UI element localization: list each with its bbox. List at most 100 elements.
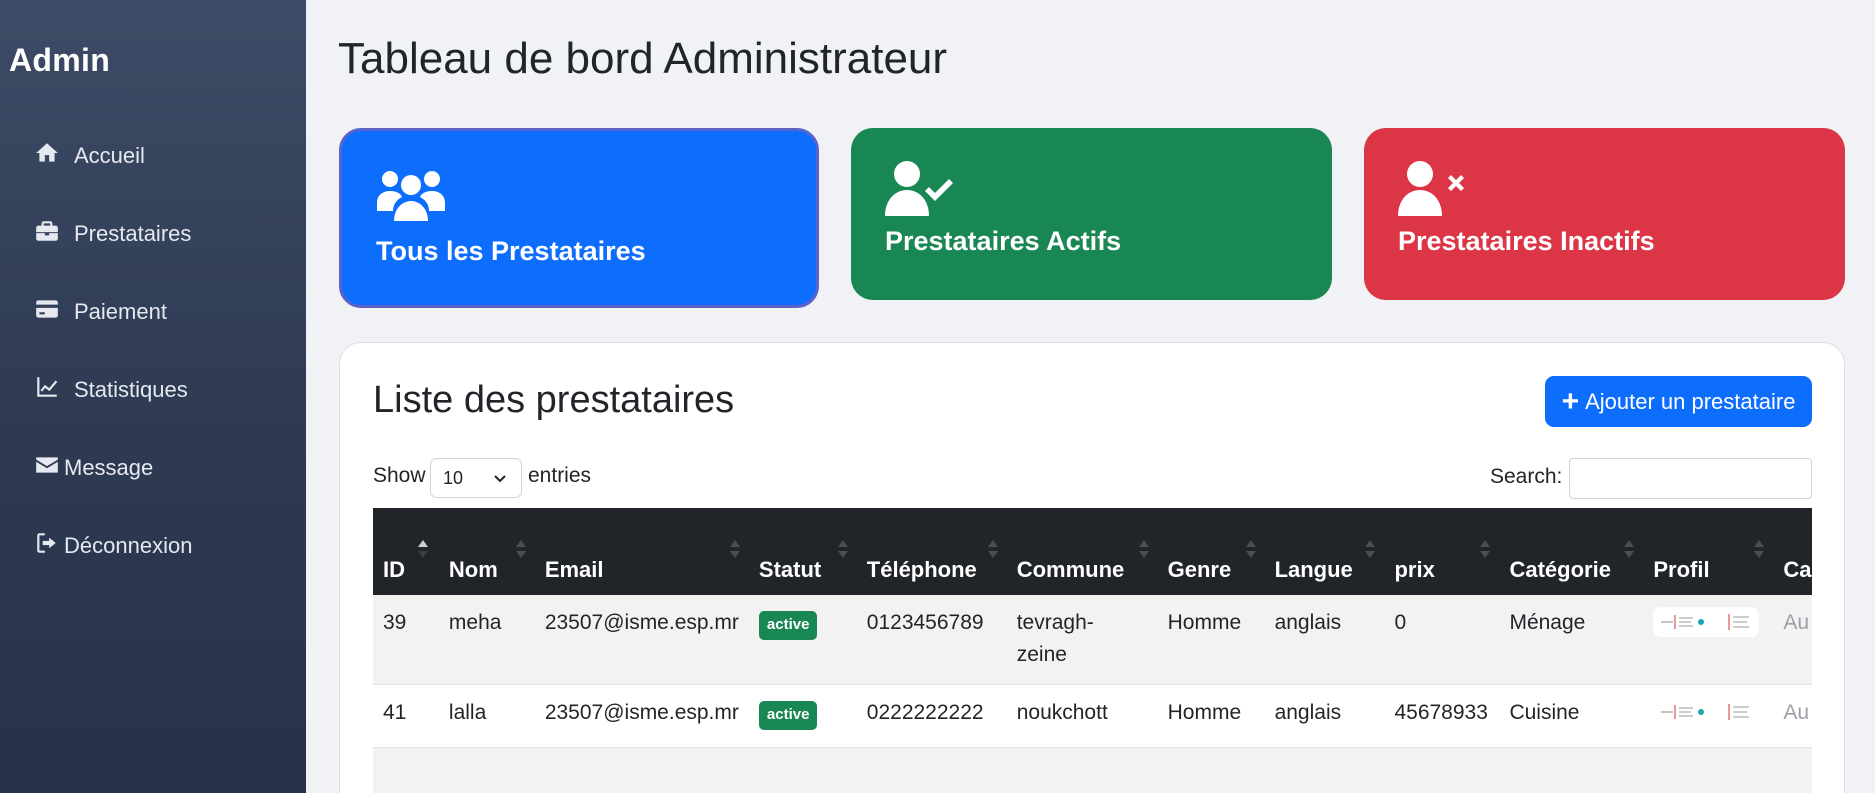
credit-card-icon xyxy=(34,296,60,328)
prestataires-table: ID Nom Email Statut Téléphone Commune Ge… xyxy=(373,508,1812,793)
document-image xyxy=(1659,611,1710,633)
search-label: Search: xyxy=(1490,465,1563,488)
sidebar-item-label: Déconnexion xyxy=(64,533,193,558)
search-input[interactable] xyxy=(1569,458,1812,499)
envelope-icon xyxy=(34,452,60,484)
entries-label: entries xyxy=(528,464,592,487)
card-prestataires-actifs[interactable]: Prestataires Actifs xyxy=(851,128,1332,300)
panel-title: Liste des prestataires xyxy=(373,379,735,421)
document-image xyxy=(1723,611,1754,633)
prestataires-panel: Liste des prestataires + Ajouter un pres… xyxy=(339,342,1845,793)
home-icon xyxy=(34,140,60,172)
column-header-carte[interactable]: Car d'i xyxy=(1773,508,1812,595)
cell-langue: anglais xyxy=(1264,595,1385,685)
entries-value: 10 xyxy=(443,467,464,488)
status-badge: active xyxy=(758,611,818,640)
cell-email: 23507@isme.esp.mr xyxy=(534,684,749,748)
status-badge: active xyxy=(758,701,818,730)
profile-thumbnail[interactable] xyxy=(1653,697,1760,727)
column-header-commune[interactable]: Commune xyxy=(1007,508,1158,595)
cell-categorie: Cuisine xyxy=(1499,684,1644,748)
sidebar-item-message[interactable]: Message xyxy=(34,452,153,484)
sign-out-icon xyxy=(34,530,60,562)
sort-icon xyxy=(1365,540,1376,558)
plus-icon: + xyxy=(1561,384,1580,418)
sidebar-item-label: Paiement xyxy=(74,299,167,324)
cell-profil xyxy=(1643,595,1774,685)
sidebar: Admin Accueil Prestataires Paiement Stat… xyxy=(0,0,306,793)
column-header-categorie[interactable]: Catégorie xyxy=(1499,508,1643,595)
add-prestataire-button[interactable]: + Ajouter un prestataire xyxy=(1545,376,1812,427)
users-icon xyxy=(376,165,446,228)
cell-telephone: 0123456789 xyxy=(856,595,1007,685)
card-label: Prestataires Actifs xyxy=(885,226,1122,256)
chevron-down-icon xyxy=(493,470,507,491)
column-header-email[interactable]: Email xyxy=(535,508,749,595)
column-header-statut[interactable]: Statut xyxy=(749,508,857,595)
cell-nom: lalla xyxy=(438,684,535,748)
sidebar-item-accueil[interactable]: Accueil xyxy=(34,140,145,172)
card-label: Tous les Prestataires xyxy=(376,236,646,266)
sidebar-item-label: Prestataires xyxy=(74,221,192,246)
sidebar-item-statistiques[interactable]: Statistiques xyxy=(34,374,188,406)
cell-genre: Homme xyxy=(1157,595,1265,685)
sort-icon xyxy=(515,540,526,558)
document-image xyxy=(1723,701,1754,723)
entries-select[interactable]: 10 xyxy=(430,458,522,498)
cell-prix: 45678933 xyxy=(1384,684,1500,748)
cell-id: 39 xyxy=(373,595,439,685)
table-row: 39 meha 23507@isme.esp.mr active 0123456… xyxy=(373,595,1812,685)
table-row xyxy=(373,747,1812,793)
document-image xyxy=(1659,701,1710,723)
card-prestataires-inactifs[interactable]: Prestataires Inactifs xyxy=(1364,128,1845,300)
cell-prix: 0 xyxy=(1384,595,1500,685)
line-chart-icon xyxy=(34,374,60,406)
briefcase-icon xyxy=(34,218,60,250)
table-header-row: ID Nom Email Statut Téléphone Commune Ge… xyxy=(373,508,1812,595)
cell-nom: meha xyxy=(438,595,535,685)
card-label: Prestataires Inactifs xyxy=(1398,226,1655,256)
cell-profil xyxy=(1643,684,1774,748)
show-label: Show xyxy=(373,464,426,487)
sidebar-item-label: Accueil xyxy=(74,143,145,168)
profile-thumbnail[interactable] xyxy=(1653,607,1760,637)
sort-icon xyxy=(1480,540,1491,558)
brand-title: Admin xyxy=(9,42,111,78)
sidebar-item-paiement[interactable]: Paiement xyxy=(34,296,167,328)
add-button-label: Ajouter un prestataire xyxy=(1585,388,1796,414)
sidebar-item-prestataires[interactable]: Prestataires xyxy=(34,218,191,250)
cell-carte: Au xyxy=(1773,684,1812,748)
card-all-prestataires[interactable]: Tous les Prestataires xyxy=(339,128,819,308)
sidebar-item-deconnexion[interactable]: Déconnexion xyxy=(34,530,192,562)
page-title: Tableau de bord Administrateur xyxy=(338,34,948,83)
cell-id: 41 xyxy=(373,684,439,748)
sidebar-item-label: Statistiques xyxy=(74,377,188,402)
sort-icon xyxy=(1754,540,1765,558)
table-row: 41 lalla 23507@isme.esp.mr active 022222… xyxy=(373,684,1812,748)
cell-statut: active xyxy=(748,684,857,748)
column-header-profil[interactable]: Profil xyxy=(1643,508,1773,595)
cell-commune: tevragh-zeine xyxy=(1006,595,1158,685)
cell-telephone: 0222222222 xyxy=(856,684,1007,748)
column-header-genre[interactable]: Genre xyxy=(1158,508,1265,595)
cell-commune: noukchott xyxy=(1006,684,1158,748)
cell-statut: active xyxy=(748,595,857,685)
column-header-prix[interactable]: prix xyxy=(1384,508,1499,595)
cell-langue: anglais xyxy=(1264,684,1385,748)
cell-email: 23507@isme.esp.mr xyxy=(534,595,749,685)
user-check-icon xyxy=(885,160,957,221)
column-header-langue[interactable]: Langue xyxy=(1265,508,1385,595)
cell-carte: Au xyxy=(1773,595,1812,685)
column-header-id[interactable]: ID xyxy=(373,508,439,595)
sidebar-item-label: Message xyxy=(64,455,154,480)
sort-icon xyxy=(1624,540,1635,558)
sort-icon xyxy=(729,540,740,558)
sort-icon xyxy=(1138,540,1149,558)
sort-icon xyxy=(1245,540,1256,558)
column-header-nom[interactable]: Nom xyxy=(439,508,535,595)
sort-icon xyxy=(987,540,998,558)
column-header-telephone[interactable]: Téléphone xyxy=(857,508,1007,595)
user-times-icon xyxy=(1398,160,1470,221)
table-row-empty xyxy=(373,747,1812,793)
sort-icon xyxy=(837,540,848,558)
